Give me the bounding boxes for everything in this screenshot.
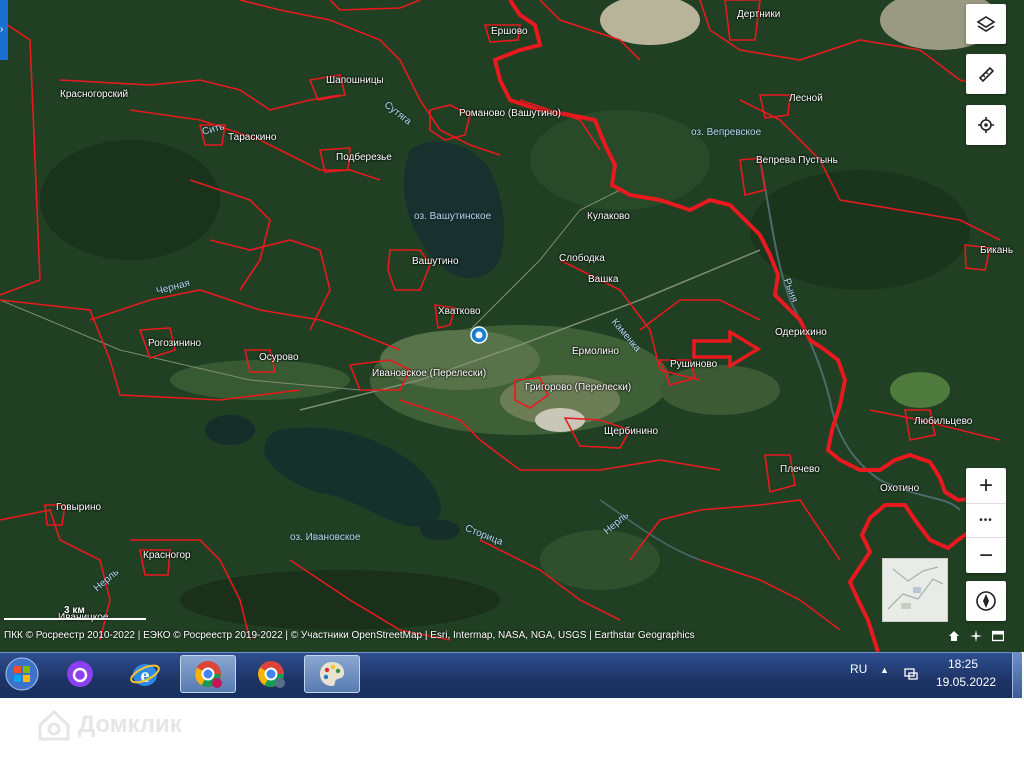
map-view[interactable]: Ершово Дертники Шапошницы Красногорский … — [0, 0, 1024, 652]
locate-button[interactable] — [966, 105, 1006, 145]
place-label: Бикань — [980, 245, 1014, 256]
zoom-in-button[interactable]: + — [966, 468, 1006, 503]
layers-button[interactable] — [966, 4, 1006, 44]
language-indicator[interactable]: RU — [850, 662, 867, 676]
chevron-right-icon: › — [0, 24, 4, 35]
place-label: Романово (Вашутино) — [459, 108, 562, 119]
internet-explorer-icon: e — [130, 664, 160, 687]
tray-chevron-icon[interactable]: ▲ — [880, 665, 889, 675]
place-label: Ершово — [491, 26, 528, 37]
place-label: Тараскино — [228, 132, 277, 143]
lake-label: оз. Ивановское — [290, 532, 361, 543]
lake-label: оз. Вепревское — [691, 127, 762, 138]
place-label: Красногор — [143, 550, 191, 561]
minimap[interactable] — [882, 558, 948, 622]
place-label: Кулаково — [587, 211, 630, 222]
ruler-icon — [978, 66, 995, 83]
clock-time[interactable]: 18:25 — [948, 657, 978, 671]
plus-icon: + — [978, 471, 993, 499]
ruler-button[interactable] — [966, 54, 1006, 94]
place-label: Осурово — [259, 352, 299, 363]
start-button[interactable] — [2, 655, 42, 693]
network-icon[interactable] — [903, 665, 919, 681]
windows-orb-icon — [5, 657, 39, 691]
place-label: Ивановское (Перелески) — [372, 368, 487, 379]
side-panel-toggle[interactable]: › — [0, 0, 8, 60]
scale-label: 3 км — [64, 605, 85, 616]
zoom-more-button[interactable]: ••• — [966, 503, 1006, 538]
more-icon: ••• — [979, 515, 993, 526]
location-marker-icon[interactable] — [470, 326, 488, 344]
place-label: Подберезье — [336, 152, 392, 163]
place-label: Плечево — [780, 464, 820, 475]
crosshair-icon[interactable] — [970, 630, 982, 642]
layers-icon — [976, 16, 996, 32]
minus-icon: − — [978, 541, 993, 569]
place-label: Одерихино — [775, 327, 827, 338]
alice-icon — [67, 661, 93, 687]
locate-icon — [978, 117, 994, 133]
place-label: Хватково — [438, 306, 481, 317]
taskbar-app-chrome-2[interactable] — [243, 655, 299, 693]
place-label: Любильцево — [914, 416, 973, 427]
place-label: Охотино — [880, 483, 920, 494]
home-icon[interactable] — [948, 630, 960, 642]
zoom-out-button[interactable]: − — [966, 538, 1006, 573]
compass-button[interactable] — [966, 581, 1006, 621]
taskbar-app-paint[interactable] — [304, 655, 360, 693]
domclick-logo-icon — [38, 709, 70, 741]
place-label: Шапошницы — [326, 75, 384, 86]
compass-icon — [976, 591, 996, 611]
place-label: Лесной — [789, 93, 823, 104]
chrome-icon — [195, 661, 222, 688]
place-label: Рогозинино — [148, 338, 202, 349]
chrome-icon — [258, 661, 285, 688]
paint-palette-icon — [320, 662, 345, 686]
taskbar-app-ie[interactable]: e — [117, 655, 173, 693]
show-desktop-button[interactable] — [1012, 653, 1022, 698]
minimap-preview — [887, 566, 944, 610]
clock-date[interactable]: 19.05.2022 — [936, 675, 996, 689]
scale-bar: 3 км — [4, 605, 146, 620]
lake-label: оз. Вашутинское — [414, 211, 492, 222]
place-label: Красногорский — [60, 89, 129, 100]
attribution: ПКК © Росреестр 2010-2022 | ЕЭКО © Росре… — [4, 630, 695, 641]
place-label: Вашутино — [412, 256, 459, 267]
place-label: Григорово (Перелески) — [525, 382, 632, 393]
zoom-control: + ••• − — [966, 468, 1006, 573]
place-label: Говырино — [56, 502, 102, 513]
scale-line — [4, 618, 146, 620]
taskbar: e RU ▲ 18:25 19.05.2022 — [0, 652, 1022, 698]
taskbar-app-chrome-1[interactable] — [180, 655, 236, 693]
place-label: Ермолино — [572, 346, 619, 357]
place-label: Щербинино — [604, 426, 659, 437]
taskbar-app-alice[interactable] — [52, 655, 108, 693]
arrow-annotation-icon — [692, 330, 762, 368]
window-icon[interactable] — [992, 630, 1004, 642]
watermark-text: Домклик — [78, 711, 182, 738]
watermark: Домклик — [36, 705, 182, 745]
place-label: Вепрева Пустынь — [756, 155, 838, 166]
place-label: Дертники — [737, 9, 781, 20]
place-label: Слободка — [559, 253, 605, 264]
place-label: Вашка — [588, 274, 619, 285]
